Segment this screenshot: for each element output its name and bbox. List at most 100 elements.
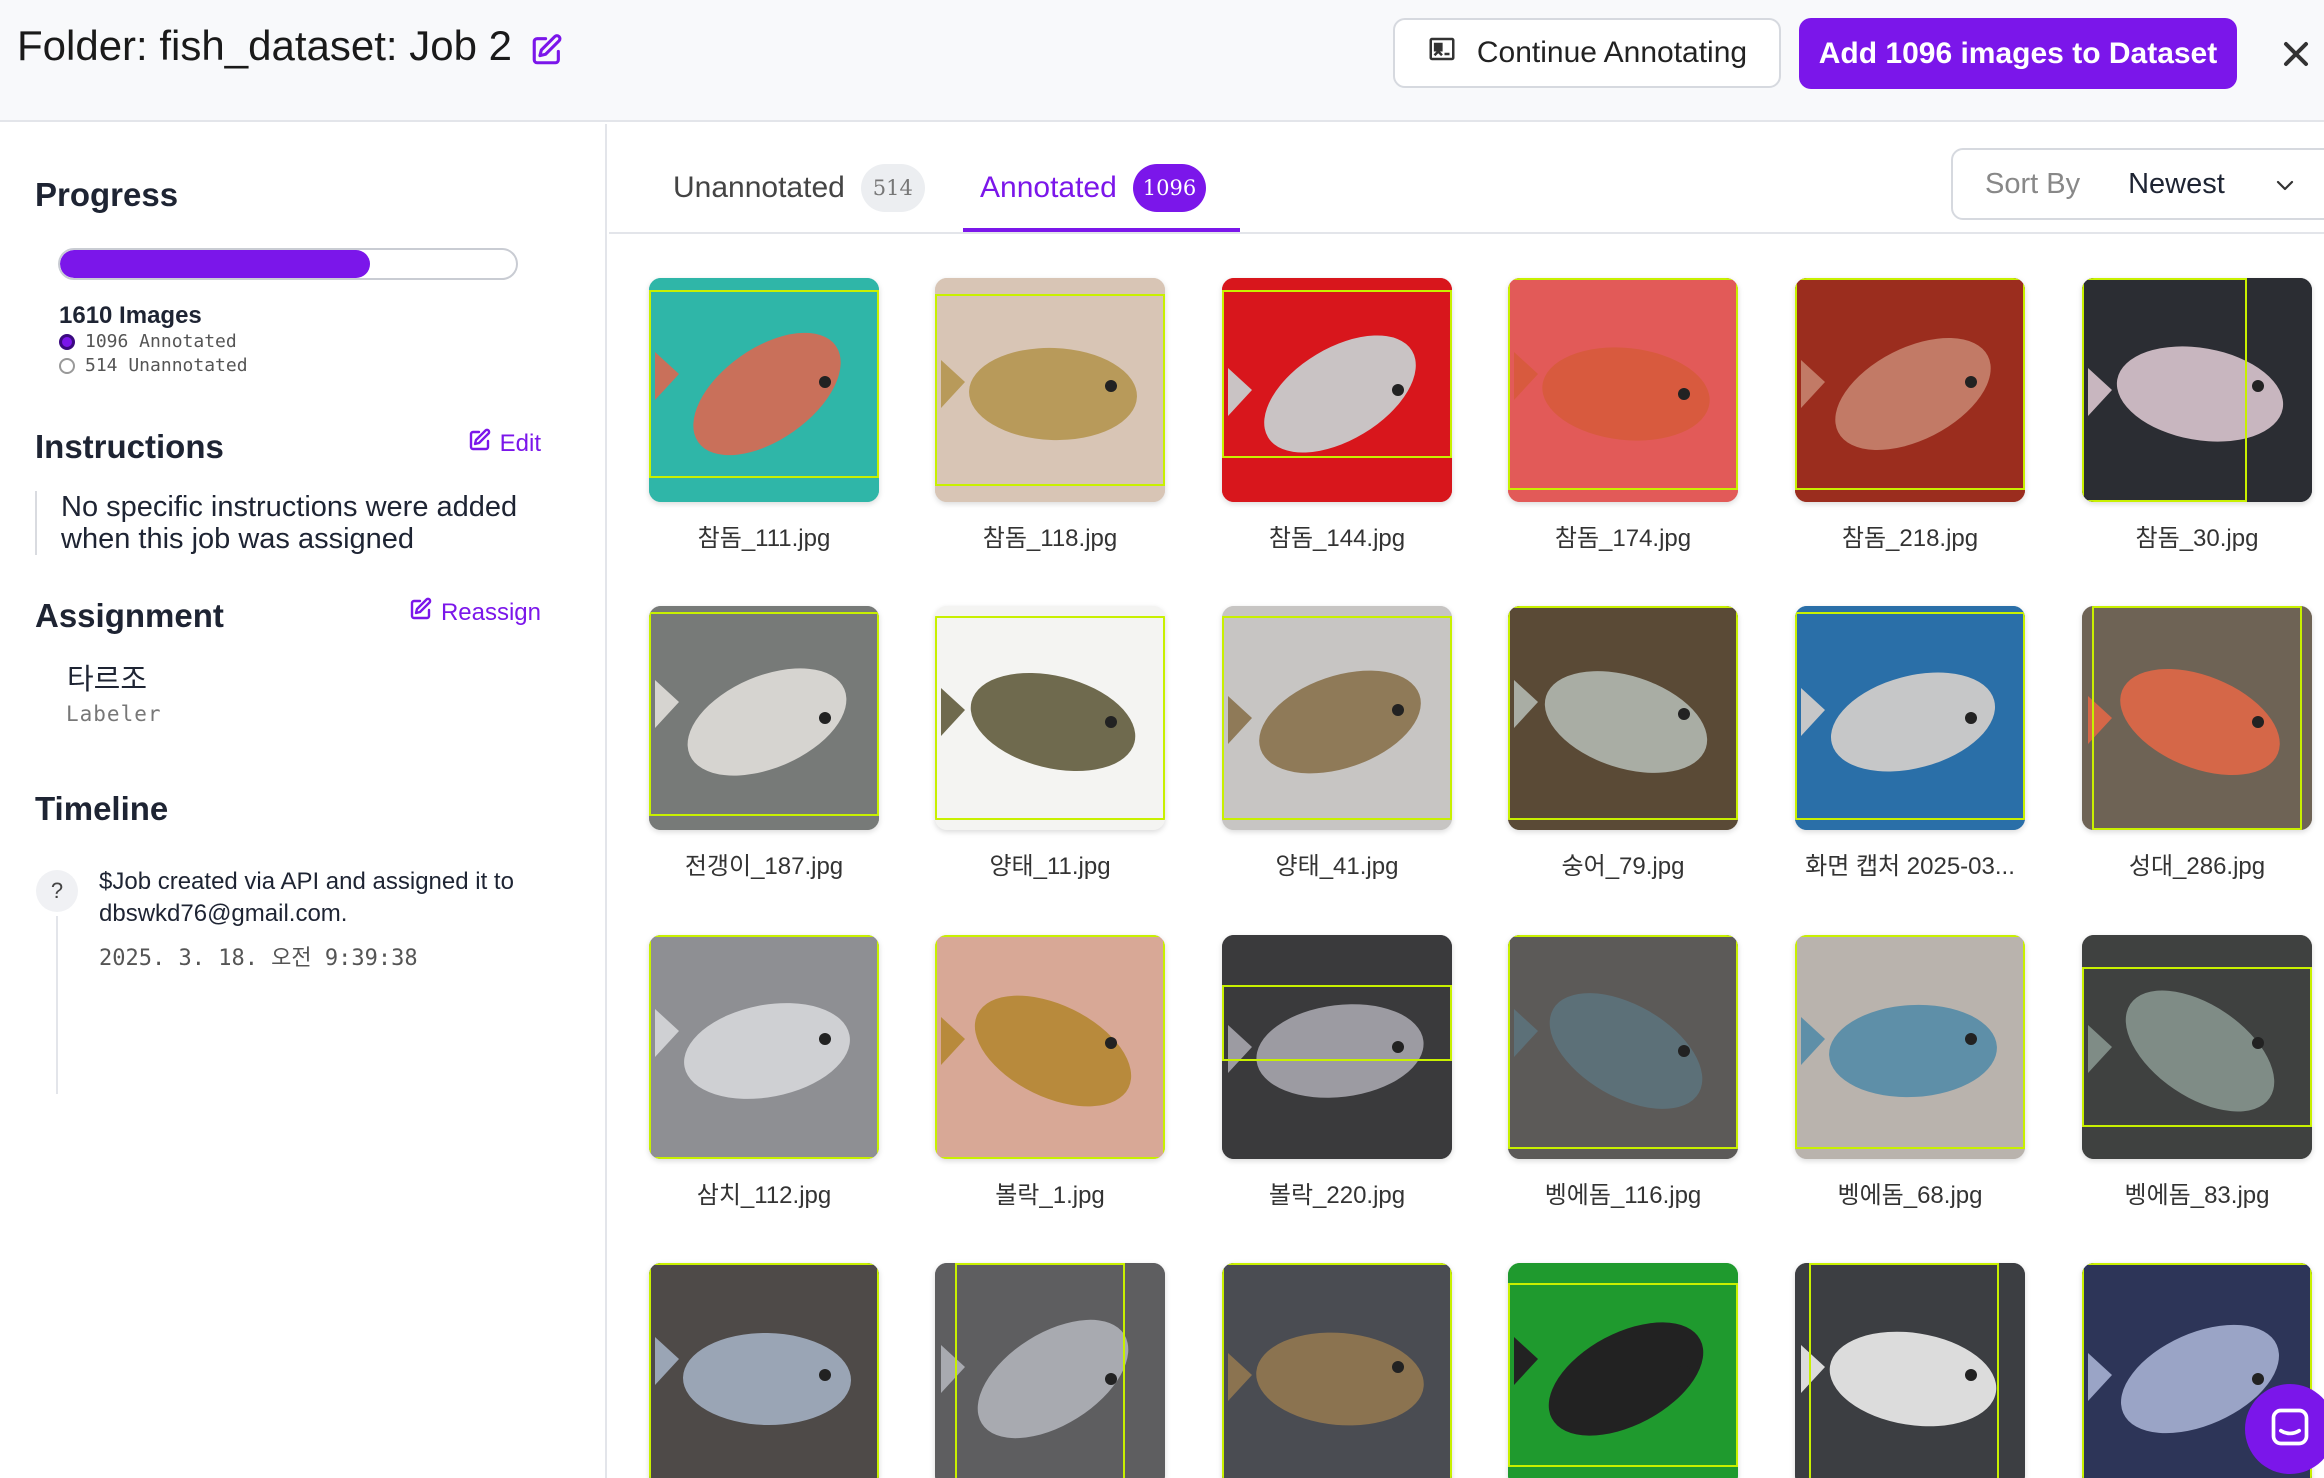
timeline-event-icon: ? <box>36 870 78 912</box>
image-filename: 벵에돔_83.jpg <box>2124 1182 2270 1209</box>
tab-unannotated[interactable]: Unannotated 514 <box>673 164 925 212</box>
image-thumbnail <box>1795 606 2025 830</box>
image-thumbnail <box>649 1263 879 1478</box>
image-card[interactable]: 참돔_174.jpg <box>1508 278 1738 553</box>
legend-annotated: 1096 Annotated <box>59 331 237 352</box>
bounding-box <box>935 935 1165 1159</box>
image-thumbnail <box>1222 935 1452 1159</box>
image-filename: 숭어_79.jpg <box>1561 853 1685 880</box>
image-filename: 벵에돔_116.jpg <box>1544 1182 1702 1209</box>
image-card[interactable]: 삼치_112.jpg <box>649 935 879 1210</box>
image-filename: 성대_286.jpg <box>2128 853 2266 880</box>
image-card[interactable] <box>1508 1263 1738 1478</box>
timeline-heading: Timeline <box>35 790 169 827</box>
timeline-event-date: 2025. 3. 18. 오전 9:39:38 <box>99 946 418 971</box>
image-card[interactable]: 참돔_30.jpg <box>2082 278 2312 553</box>
edit-instructions-button[interactable]: Edit <box>468 428 541 459</box>
bounding-box <box>955 1263 1125 1478</box>
image-card[interactable]: 볼락_1.jpg <box>935 935 1165 1210</box>
bounding-box <box>1222 985 1452 1061</box>
image-card[interactable]: 벵에돔_116.jpg <box>1508 935 1738 1210</box>
sort-by-select[interactable]: Sort By Newest <box>1951 148 2324 220</box>
assignment-heading: Assignment <box>35 597 224 634</box>
image-thumbnail <box>649 606 879 830</box>
bounding-box <box>2082 278 2247 502</box>
image-card[interactable] <box>935 1263 1165 1478</box>
bounding-box <box>2082 967 2312 1127</box>
tab-annotated-label: Annotated <box>980 171 1117 204</box>
bounding-box <box>935 616 1165 820</box>
folder-title: Folder: fish_dataset: Job 2 <box>17 22 564 70</box>
bounding-box <box>1809 1263 1999 1478</box>
chat-icon <box>2268 1405 2312 1454</box>
image-card[interactable]: 벵에돔_83.jpg <box>2082 935 2312 1210</box>
image-filename: 참돔_30.jpg <box>2135 525 2259 552</box>
edit-icon <box>468 428 492 459</box>
image-filename: 전갱이_187.jpg <box>684 853 844 880</box>
image-thumbnail <box>935 606 1165 830</box>
image-card[interactable]: 화면 캡처 2025-03... <box>1795 606 2025 881</box>
image-card[interactable]: 벵에돔_68.jpg <box>1795 935 2025 1210</box>
image-thumbnail <box>649 278 879 502</box>
annotated-dot-icon <box>59 333 75 350</box>
image-card[interactable]: 숭어_79.jpg <box>1508 606 1738 881</box>
image-card[interactable] <box>649 1263 879 1478</box>
image-card[interactable]: 참돔_218.jpg <box>1795 278 2025 553</box>
sort-by-value: Newest <box>2128 167 2225 200</box>
unannotated-dot-icon <box>59 357 75 374</box>
add-to-dataset-button[interactable]: Add 1096 images to Dataset <box>1799 18 2237 89</box>
bounding-box <box>1508 1283 1738 1467</box>
legend-unannotated: 514 Unannotated <box>59 355 248 376</box>
image-card[interactable]: 성대_286.jpg <box>2082 606 2312 881</box>
image-card[interactable]: 양태_11.jpg <box>935 606 1165 881</box>
tab-annotated[interactable]: Annotated 1096 <box>980 164 1207 212</box>
image-card[interactable] <box>1795 1263 2025 1478</box>
active-tab-underline <box>963 228 1240 232</box>
close-icon[interactable] <box>2276 34 2316 74</box>
image-thumbnail <box>2082 278 2312 502</box>
image-filename: 참돔_144.jpg <box>1268 525 1406 552</box>
bounding-box <box>1795 935 2025 1149</box>
image-filename: 벵에돔_68.jpg <box>1837 1182 1983 1209</box>
image-card[interactable]: 전갱이_187.jpg <box>649 606 879 881</box>
instructions-body: No specific instructions were added when… <box>61 491 518 555</box>
bounding-box <box>1222 290 1452 458</box>
image-thumbnail <box>1222 606 1452 830</box>
annotate-icon <box>1427 34 1457 72</box>
image-card[interactable]: 볼락_220.jpg <box>1222 935 1452 1210</box>
image-thumbnail <box>1508 1263 1738 1478</box>
instructions-heading: Instructions <box>35 428 224 465</box>
bounding-box <box>1222 1263 1452 1478</box>
image-card[interactable] <box>1222 1263 1452 1478</box>
image-card[interactable]: 참돔_144.jpg <box>1222 278 1452 553</box>
folder-title-text: Folder: fish_dataset: Job 2 <box>17 22 512 69</box>
image-thumbnail <box>649 935 879 1159</box>
image-thumbnail <box>935 935 1165 1159</box>
reassign-edit-icon <box>409 597 433 628</box>
edit-title-icon[interactable] <box>530 29 564 65</box>
tab-unannotated-label: Unannotated <box>673 171 845 204</box>
bounding-box <box>1508 935 1738 1149</box>
chevron-down-icon <box>2273 172 2297 196</box>
image-filename: 볼락_1.jpg <box>995 1182 1105 1209</box>
bounding-box <box>649 290 879 478</box>
top-bar: Folder: fish_dataset: Job 2 Continue Ann… <box>0 0 2324 122</box>
image-thumbnail <box>2082 606 2312 830</box>
bounding-box <box>649 1263 879 1478</box>
reassign-button[interactable]: Reassign <box>409 597 541 628</box>
image-count: 1610 Images <box>59 302 202 329</box>
image-card[interactable]: 양태_41.jpg <box>1222 606 1452 881</box>
image-thumbnail <box>1222 278 1452 502</box>
bounding-box <box>1795 278 2025 490</box>
reassign-label: Reassign <box>440 598 541 626</box>
bounding-box <box>2092 606 2302 830</box>
image-filename: 양태_11.jpg <box>989 853 1111 880</box>
tab-annotated-count: 1096 <box>1132 164 1207 212</box>
continue-annotating-button[interactable]: Continue Annotating <box>1393 18 1781 88</box>
image-card[interactable]: 참돔_111.jpg <box>649 278 879 553</box>
continue-annotating-label: Continue Annotating <box>1476 36 1748 69</box>
image-card[interactable]: 참돔_118.jpg <box>935 278 1165 553</box>
assignee-role: Labeler <box>66 702 162 726</box>
image-filename: 참돔_118.jpg <box>982 525 1118 552</box>
progress-bar <box>58 248 518 280</box>
